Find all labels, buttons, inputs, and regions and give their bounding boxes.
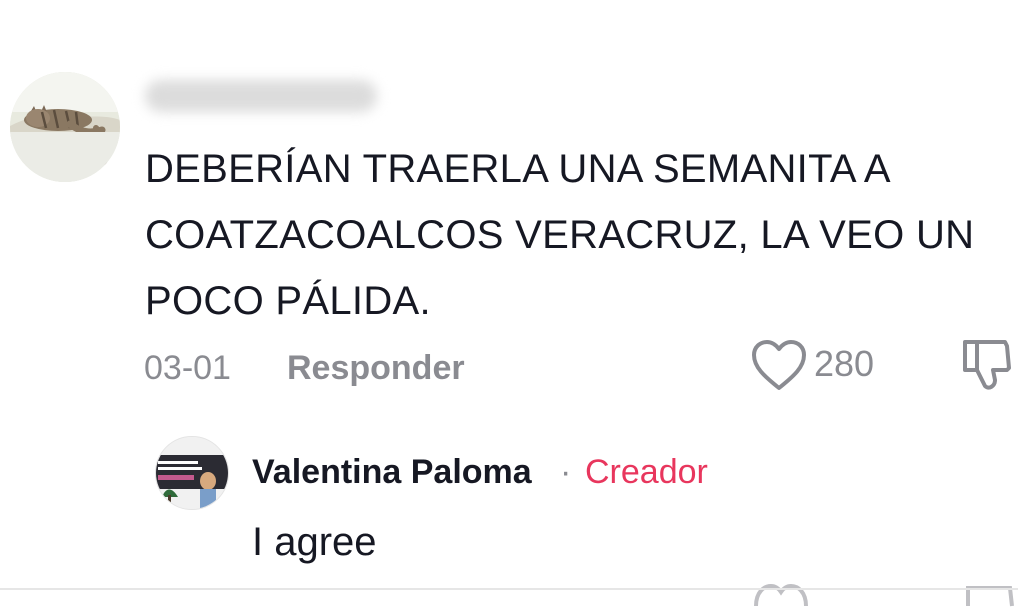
cat-avatar[interactable] <box>10 72 120 182</box>
divider <box>0 588 1018 590</box>
creator-photo-icon <box>156 437 228 509</box>
comment-username-blurred[interactable] <box>145 80 377 112</box>
like-count: 280 <box>814 343 875 384</box>
reply-username[interactable]: Valentina Paloma <box>252 450 532 494</box>
reply-button[interactable]: Responder <box>287 346 465 390</box>
cat-photo-icon <box>10 72 120 182</box>
comment-text: DEBERÍAN TRAERLA UNA SEMANITA A COATZACO… <box>145 147 975 323</box>
comment-date: 03-01 <box>144 349 231 387</box>
heart-icon[interactable] <box>750 338 808 392</box>
next-comment-actions-cut <box>0 582 1018 611</box>
thumbs-down-icon[interactable] <box>957 334 1017 394</box>
reply-text: I agree <box>252 520 377 564</box>
profile-photo-avatar[interactable] <box>155 436 229 510</box>
separator-dot: · <box>560 453 572 491</box>
truncated-previous-line <box>150 0 430 6</box>
comment-thread: DEBERÍAN TRAERLA UNA SEMANITA A COATZACO… <box>0 0 1018 611</box>
creator-badge: Creador <box>585 453 708 491</box>
thumbs-down-icon-partial <box>966 586 1014 607</box>
